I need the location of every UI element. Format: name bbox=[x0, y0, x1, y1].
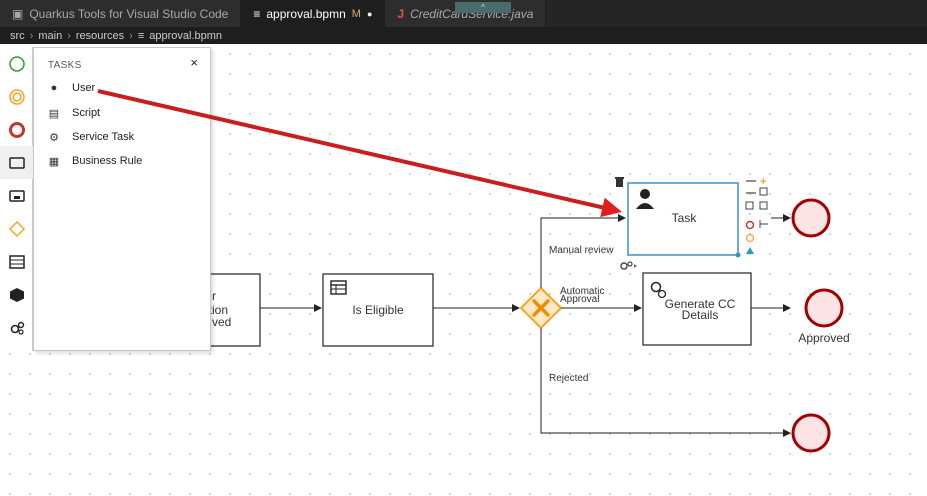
drag-annotation-arrow bbox=[97, 89, 622, 218]
